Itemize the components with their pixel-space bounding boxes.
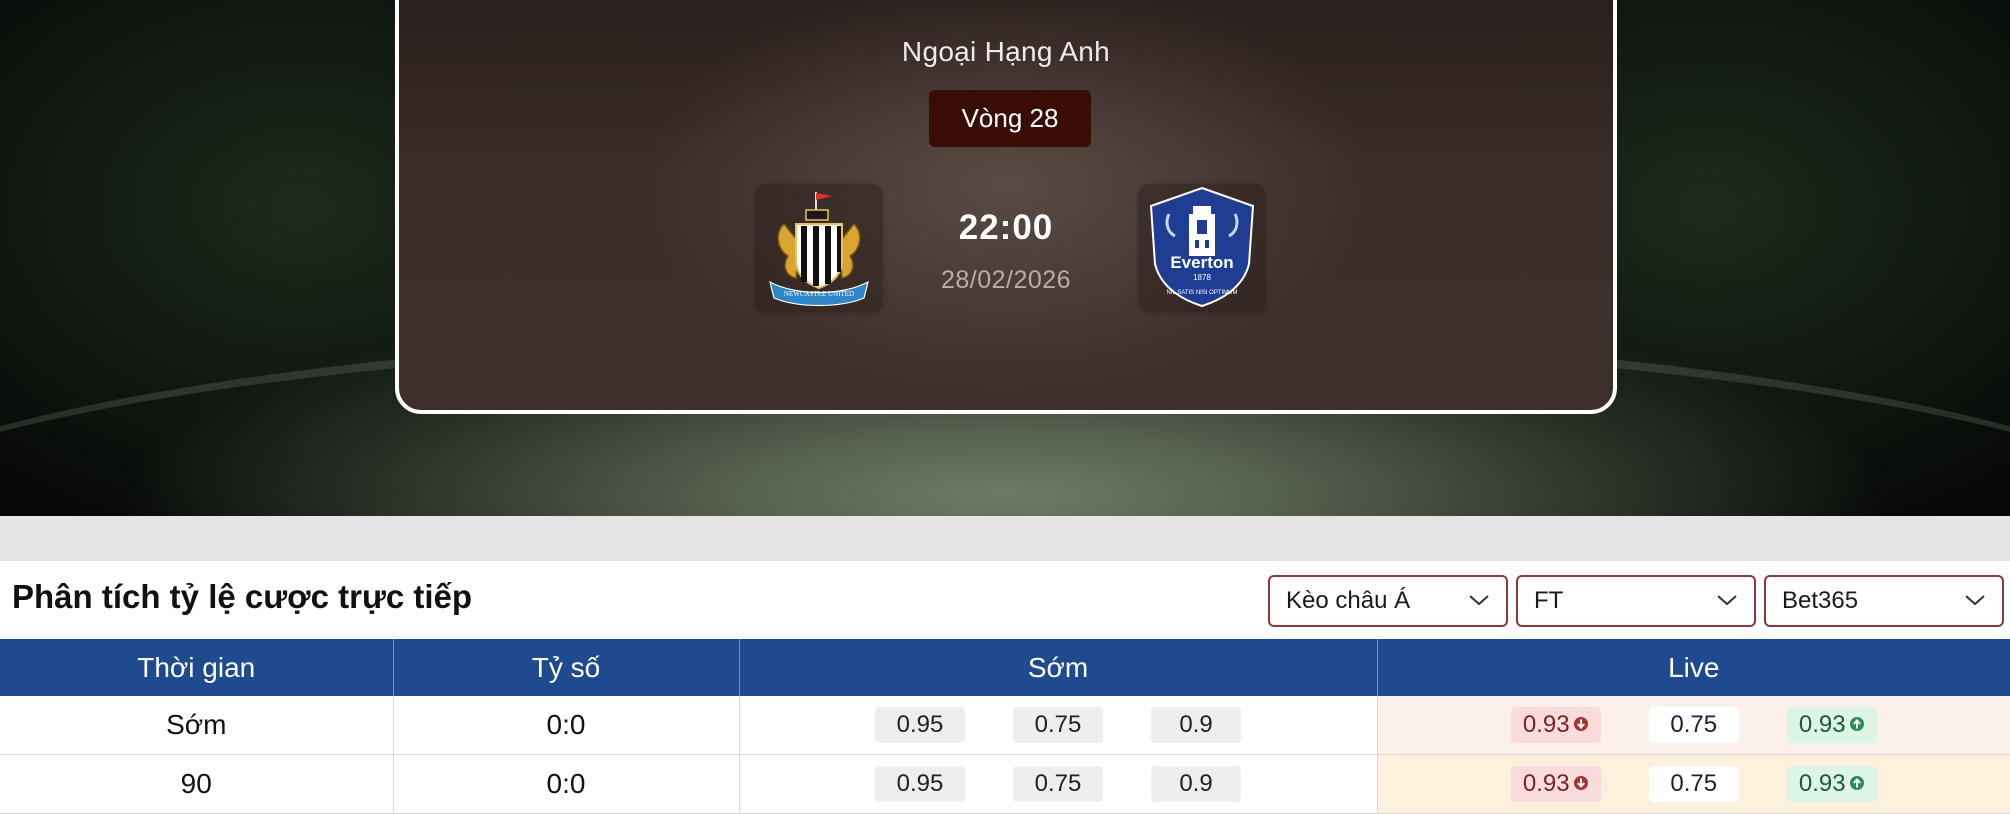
svg-text:NIL SATIS NISI OPTIMUM: NIL SATIS NISI OPTIMUM — [1166, 290, 1237, 296]
table-row: 90 0:0 0.95 0.75 0.9 0.93 0.75 0.93 — [0, 754, 2010, 814]
arrow-up-icon — [1849, 776, 1864, 791]
early-handicap: 0.75 — [1013, 707, 1103, 743]
row-time: Sớm — [0, 696, 394, 755]
odds-section-title: Phân tích tỷ lệ cược trực tiếp — [12, 578, 473, 615]
table-row: Sớm 0:0 0.95 0.75 0.9 0.93 0.75 0.93 — [0, 696, 2010, 755]
odds-table: Thời gian Tỷ số Sớm Live Sớm 0:0 0.95 0.… — [0, 639, 2010, 814]
column-header-time: Thời gian — [0, 639, 394, 696]
live-handicap: 0.75 — [1648, 766, 1739, 802]
arrow-down-icon — [1573, 776, 1588, 791]
match-hero: Ngoại Hạng Anh Vòng 28 NEWCASTLE UNITED … — [0, 0, 2010, 516]
bookmaker-select[interactable]: Bet365 — [1764, 575, 2004, 627]
row-score: 0:0 — [393, 754, 740, 814]
period-select[interactable]: FT — [1516, 575, 1756, 627]
market-select[interactable]: Kèo châu Á — [1268, 575, 1508, 627]
league-name: Ngoại Hạng Anh — [901, 36, 1111, 67]
live-away-odds-value: 0.93 — [1798, 770, 1846, 797]
bookmaker-select-value: Bet365 — [1782, 587, 1859, 614]
live-odds-cell: 0.93 0.75 0.93 — [1377, 696, 2010, 755]
live-away-odds: 0.93 — [1786, 766, 1877, 802]
early-home-odds: 0.95 — [875, 766, 965, 802]
arrow-down-icon — [1573, 717, 1588, 732]
live-handicap: 0.75 — [1648, 707, 1739, 743]
early-handicap: 0.75 — [1013, 766, 1103, 802]
kickoff-time: 22:00 — [958, 208, 1054, 247]
live-home-odds: 0.93 — [1510, 707, 1601, 743]
column-header-early: Sớm — [739, 639, 1378, 696]
period-select-value: FT — [1534, 587, 1564, 614]
table-header-row: Thời gian Tỷ số Sớm Live — [0, 639, 2010, 696]
early-away-odds: 0.9 — [1151, 707, 1241, 743]
arrow-up-icon — [1849, 717, 1864, 732]
column-header-live: Live — [1377, 639, 2010, 696]
away-team-logo[interactable]: Everton 1878 NIL SATIS NISI OPTIMUM — [1139, 184, 1265, 310]
column-header-score: Tỷ số — [393, 639, 740, 696]
market-select-value: Kèo châu Á — [1286, 587, 1411, 614]
chevron-down-icon — [1965, 595, 1985, 606]
round-badge[interactable]: Vòng 28 — [929, 90, 1091, 147]
early-odds-cell: 0.95 0.75 0.9 — [739, 754, 1378, 814]
early-away-odds: 0.9 — [1151, 766, 1241, 802]
live-away-odds: 0.93 — [1786, 707, 1877, 743]
chevron-down-icon — [1469, 595, 1489, 606]
live-home-odds: 0.93 — [1510, 766, 1601, 802]
row-score: 0:0 — [393, 696, 740, 755]
section-divider — [0, 516, 2010, 561]
live-away-odds-value: 0.93 — [1798, 711, 1846, 738]
early-odds-cell: 0.95 0.75 0.9 — [739, 696, 1378, 755]
svg-text:Everton: Everton — [1170, 253, 1233, 272]
match-card: Ngoại Hạng Anh Vòng 28 NEWCASTLE UNITED … — [395, 0, 1617, 414]
kickoff-date: 28/02/2026 — [940, 266, 1072, 294]
early-home-odds: 0.95 — [875, 707, 965, 743]
row-time: 90 — [0, 754, 394, 814]
live-home-odds-value: 0.93 — [1522, 770, 1570, 797]
live-home-odds-value: 0.93 — [1522, 711, 1570, 738]
everton-crest-icon: Everton 1878 NIL SATIS NISI OPTIMUM — [1149, 186, 1255, 308]
chevron-down-icon — [1717, 595, 1737, 606]
svg-text:1878: 1878 — [1193, 273, 1211, 282]
live-odds-cell: 0.93 0.75 0.93 — [1377, 754, 2010, 814]
